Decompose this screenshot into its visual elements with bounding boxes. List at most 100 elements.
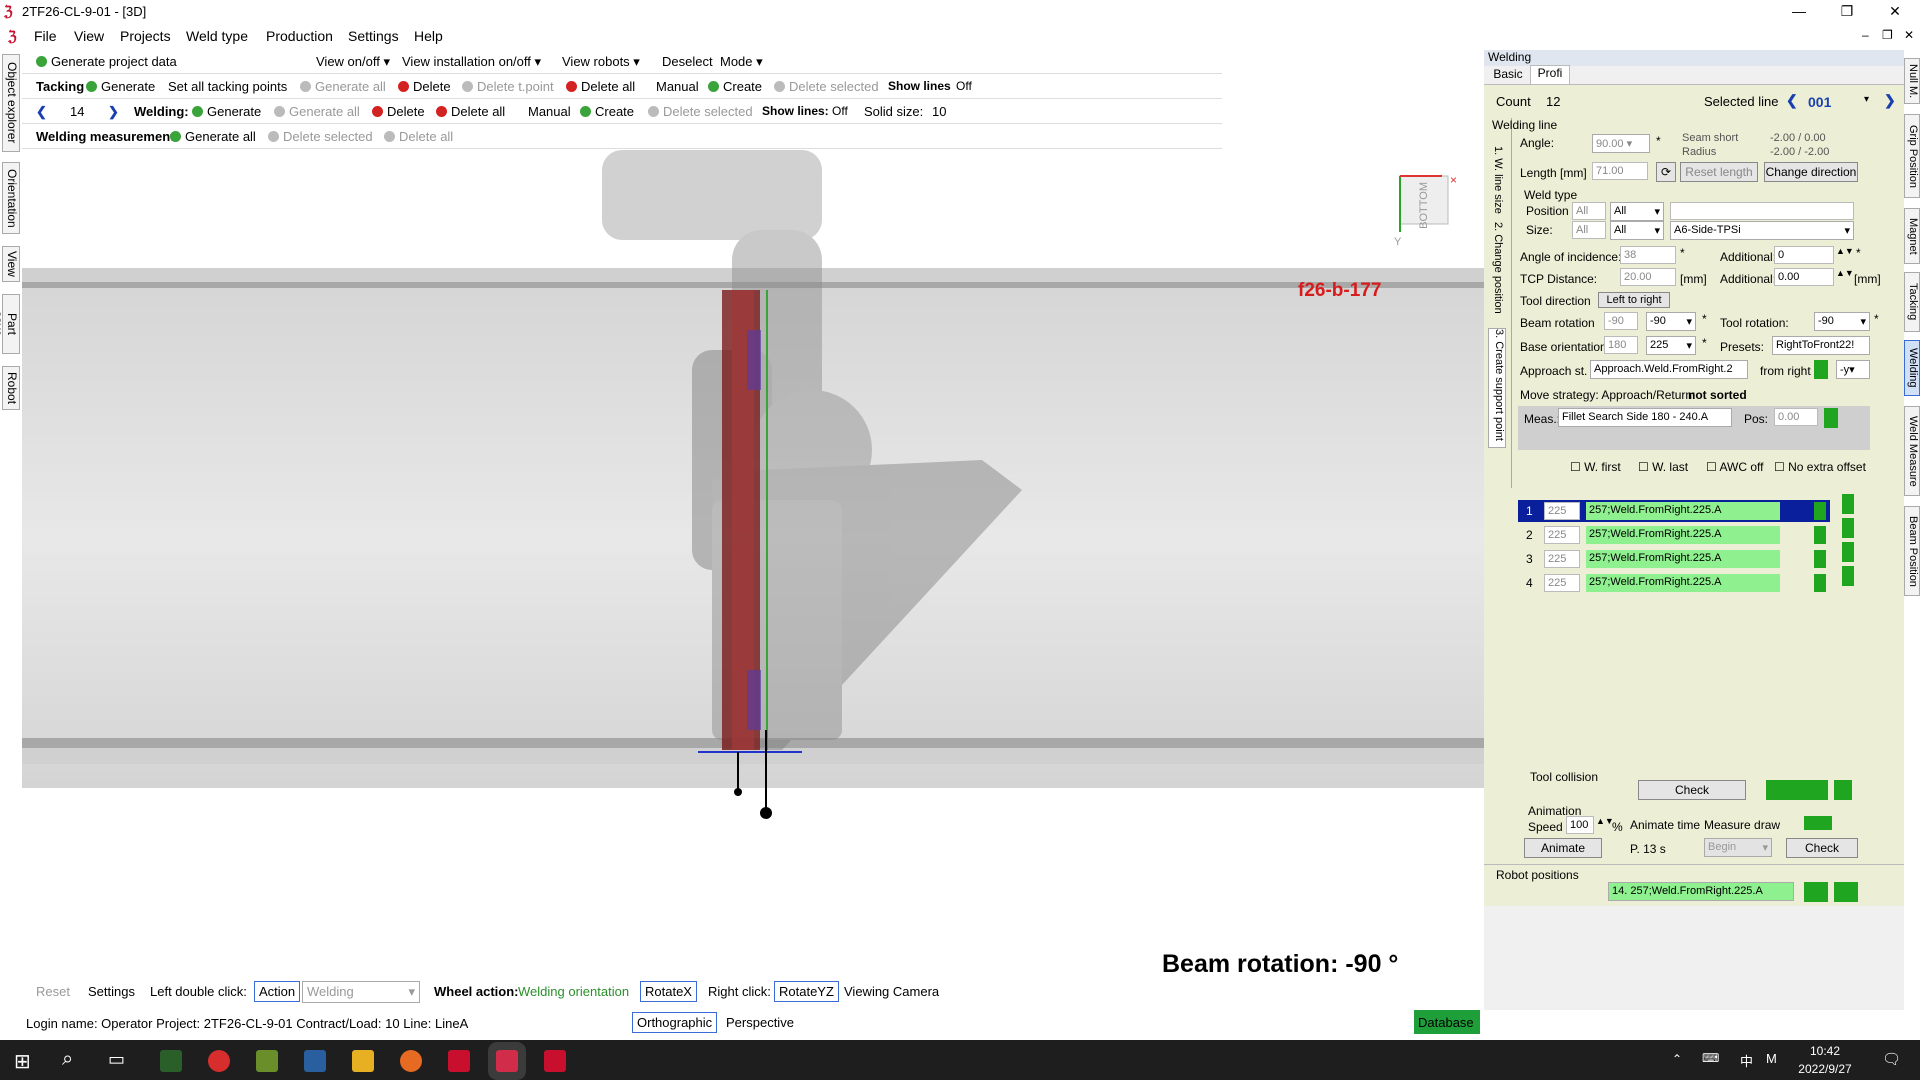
additional-spinner-1[interactable]: ▲▼ bbox=[1836, 246, 1854, 256]
position-extra-input[interactable] bbox=[1670, 202, 1854, 220]
deselect-button[interactable]: Deselect bbox=[662, 54, 713, 69]
approach-select[interactable]: Approach.Weld.FromRight.2 bbox=[1590, 360, 1748, 379]
next-arrow-icon[interactable]: ❯ bbox=[108, 104, 119, 120]
left-to-right-button[interactable]: Left to right bbox=[1598, 292, 1670, 308]
tab-orientation[interactable]: Orientation bbox=[2, 162, 20, 234]
tab-part-save[interactable]: Part save bbox=[0, 294, 20, 354]
step-tab-2[interactable]: 2. Change position bbox=[1492, 222, 1504, 314]
3d-viewport[interactable]: × BOTTOM Y f26-b-177 Beam rotation: -90 … bbox=[22, 50, 1484, 1010]
ime-lang[interactable]: 中 bbox=[1740, 1051, 1753, 1070]
welding-select[interactable]: Welding ▾ bbox=[302, 981, 420, 1003]
action-button[interactable]: Action bbox=[254, 981, 301, 1002]
tab-grip-position[interactable]: Grip Position bbox=[1904, 114, 1920, 198]
app-active-icon[interactable] bbox=[496, 1050, 518, 1072]
tab-profi[interactable]: Profi bbox=[1530, 65, 1570, 84]
additional-input-2[interactable]: 0.00 bbox=[1774, 268, 1834, 286]
menu-weld-type[interactable]: Weld type bbox=[186, 28, 248, 44]
beam-rotation-input[interactable]: -90 bbox=[1604, 312, 1638, 330]
reset-button[interactable]: Reset bbox=[36, 984, 70, 999]
close-icon[interactable]: ✕ bbox=[1872, 0, 1918, 22]
animation-check-button[interactable]: Check bbox=[1786, 838, 1858, 858]
tab-weld-measure[interactable]: Weld Measure bbox=[1904, 406, 1920, 496]
view-robots-dropdown[interactable]: View robots ▾ bbox=[562, 54, 640, 70]
meas-select[interactable]: Fillet Search Side 180 - 240.A bbox=[1558, 408, 1732, 427]
tab-magnet[interactable]: Magnet bbox=[1904, 208, 1920, 264]
file-explorer-icon[interactable] bbox=[352, 1050, 374, 1072]
additional-spinner-2[interactable]: ▲▼ bbox=[1836, 268, 1854, 278]
tacking-generate-button[interactable]: Generate bbox=[86, 79, 155, 94]
step-tab-3[interactable]: 3. Create support point bbox=[1488, 328, 1506, 448]
mode-dropdown[interactable]: Mode ▾ bbox=[720, 54, 763, 70]
awc-off-checkbox[interactable]: ☐ AWC off bbox=[1706, 460, 1763, 474]
position-input[interactable]: All bbox=[1572, 202, 1606, 220]
additional-input-1[interactable]: 0 bbox=[1774, 246, 1834, 264]
menu-help[interactable]: Help bbox=[414, 28, 443, 44]
tab-null-m[interactable]: Null M. bbox=[1904, 58, 1920, 104]
pos-input[interactable]: 0.00 bbox=[1774, 408, 1818, 426]
tab-basic[interactable]: Basic bbox=[1488, 67, 1528, 84]
clock-date[interactable]: 2022/9/27 bbox=[1790, 1062, 1860, 1076]
size-select[interactable]: All ▾ bbox=[1610, 221, 1664, 240]
tcp-distance-input[interactable]: 20.00 bbox=[1620, 268, 1676, 286]
w-last-checkbox[interactable]: ☐ W. last bbox=[1638, 460, 1688, 474]
viewport-settings-button[interactable]: Settings bbox=[88, 984, 135, 999]
welding-generate-all-button[interactable]: Generate all bbox=[274, 104, 360, 119]
step-tab-1[interactable]: 1. W. line size bbox=[1492, 146, 1504, 214]
welding-create-button[interactable]: Create bbox=[580, 104, 634, 119]
scene-svg[interactable]: × bbox=[22, 50, 1484, 1010]
welding-delete-button[interactable]: Delete bbox=[372, 104, 425, 119]
minimize-icon[interactable]: — bbox=[1776, 0, 1822, 22]
weld-row[interactable]: 3 225 257;Weld.FromRight.225.A bbox=[1518, 542, 1858, 570]
line-prev-icon[interactable]: ❮ bbox=[1786, 92, 1798, 109]
tab-tacking[interactable]: Tacking bbox=[1904, 272, 1920, 332]
length-input[interactable]: 71.00 bbox=[1592, 162, 1648, 180]
weld-name-select[interactable]: A6-Side-TPSi ▾ bbox=[1670, 221, 1854, 240]
measurement-generate-all-button[interactable]: Generate all bbox=[170, 129, 256, 144]
measurement-delete-all-button[interactable]: Delete all bbox=[384, 129, 453, 144]
prev-arrow-icon[interactable]: ❮ bbox=[36, 104, 47, 120]
perspective-button[interactable]: Perspective bbox=[726, 1015, 794, 1030]
solid-size-input[interactable]: 10 bbox=[932, 104, 946, 119]
menu-view[interactable]: View bbox=[74, 28, 104, 44]
tacking-delete-selected-button[interactable]: Delete selected bbox=[774, 79, 879, 94]
angle-select[interactable]: 90.00 ▾ bbox=[1592, 134, 1650, 153]
weld-row[interactable]: 1 225 257;Weld.FromRight.225.A bbox=[1518, 494, 1858, 522]
length-refresh-icon[interactable]: ⟳ bbox=[1656, 162, 1676, 182]
mdi-close-icon[interactable]: ✕ bbox=[1904, 28, 1914, 42]
clock-time[interactable]: 10:42 bbox=[1790, 1044, 1860, 1058]
w-first-checkbox[interactable]: ☐ W. first bbox=[1570, 460, 1621, 474]
collision-check-button[interactable]: Check bbox=[1638, 780, 1746, 800]
base-orientation-input[interactable]: 180 bbox=[1604, 336, 1638, 354]
angle-of-incidence-input[interactable]: 38 bbox=[1620, 246, 1676, 264]
tacking-show-lines-toggle[interactable]: Off bbox=[956, 79, 972, 93]
speed-input[interactable]: 100 bbox=[1566, 816, 1594, 834]
robot-position-select[interactable]: 14. 257;Weld.FromRight.225.A bbox=[1608, 882, 1794, 901]
tacking-delete-button[interactable]: Delete bbox=[398, 79, 451, 94]
set-all-tacking-button[interactable]: Set all tacking points bbox=[168, 79, 287, 94]
animate-button[interactable]: Animate bbox=[1524, 838, 1602, 858]
welding-generate-button[interactable]: Generate bbox=[192, 104, 261, 119]
change-direction-button[interactable]: Change direction bbox=[1764, 162, 1858, 182]
tab-robot[interactable]: Robot bbox=[2, 366, 20, 410]
reset-length-button[interactable]: Reset length bbox=[1680, 162, 1758, 182]
keyboard-icon[interactable]: ⌨ bbox=[1702, 1051, 1719, 1065]
menu-file[interactable]: File bbox=[34, 28, 57, 44]
tray-up-icon[interactable]: ⌃ bbox=[1672, 1052, 1682, 1066]
app-camera-icon[interactable] bbox=[208, 1050, 230, 1072]
measurement-delete-selected-button[interactable]: Delete selected bbox=[268, 129, 373, 144]
tool-rotation-select[interactable]: -90 ▾ bbox=[1814, 312, 1870, 331]
tab-object-explorer[interactable]: Object explorer bbox=[2, 54, 20, 152]
tacking-delete-all-button[interactable]: Delete all bbox=[566, 79, 635, 94]
view-installation-dropdown[interactable]: View installation on/off ▾ bbox=[402, 54, 541, 70]
search-icon[interactable]: ⌕ bbox=[62, 1048, 73, 1071]
app-wand-icon[interactable] bbox=[160, 1050, 182, 1072]
menu-projects[interactable]: Projects bbox=[120, 28, 171, 44]
menu-settings[interactable]: Settings bbox=[348, 28, 399, 44]
line-dropdown-icon[interactable]: ▾ bbox=[1864, 94, 1869, 105]
begin-select[interactable]: Begin ▾ bbox=[1704, 838, 1772, 857]
tab-welding[interactable]: Welding bbox=[1904, 340, 1920, 396]
beam-rotation-select[interactable]: -90 ▾ bbox=[1646, 312, 1696, 331]
mdi-minimize-icon[interactable]: – bbox=[1862, 28, 1869, 42]
mdi-restore-icon[interactable]: ❐ bbox=[1882, 28, 1893, 42]
base-orientation-select[interactable]: 225 ▾ bbox=[1646, 336, 1696, 355]
